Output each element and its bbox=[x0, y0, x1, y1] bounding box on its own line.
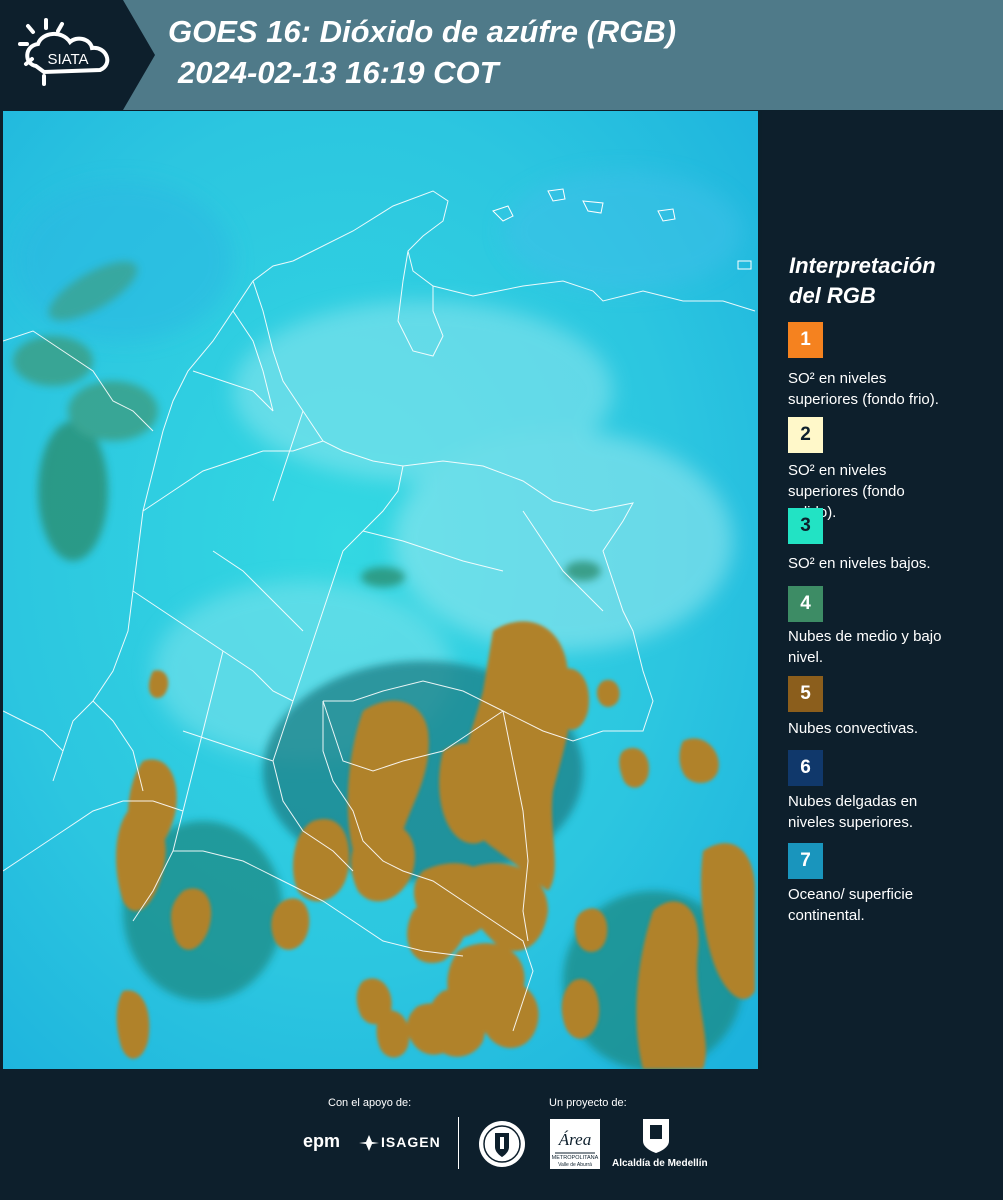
legend-number-3: 3 bbox=[800, 515, 811, 536]
legend-swatch-2: 2 bbox=[788, 417, 823, 453]
legend-desc-line: SO² en niveles bajos. bbox=[788, 555, 931, 572]
siata-logo: SIATA bbox=[18, 18, 110, 86]
alcaldia-shield-icon bbox=[643, 1119, 669, 1153]
header: SIATA GOES 16: Dióxido de azúfre (RGB) 2… bbox=[0, 0, 1003, 110]
isagen-logo: ISAGEN bbox=[381, 1134, 441, 1150]
legend-desc-5: Nubes convectivas. bbox=[788, 718, 978, 739]
legend-desc-line: niveles superiores. bbox=[788, 814, 914, 831]
legend-number-2: 2 bbox=[800, 424, 811, 445]
support-label: Con el apoyo de: bbox=[328, 1097, 412, 1109]
alcaldia-label: Alcaldía de Medellín bbox=[612, 1158, 708, 1169]
legend-desc-1: SO² en niveles superiores (fondo frio). bbox=[788, 368, 978, 410]
medellin-seal-icon bbox=[479, 1121, 525, 1167]
epm-logo: epm bbox=[303, 1131, 341, 1151]
legend-panel: Interpretación del RGB 1 SO² en niveles s… bbox=[762, 111, 1003, 1069]
legend-desc-line: superiores (fondo frio). bbox=[788, 391, 939, 408]
page-timestamp: 2024-02-13 16:19 COT bbox=[178, 55, 499, 90]
area-logo-sub2: Valle de Aburrá bbox=[558, 1162, 592, 1168]
legend-title: Interpretación del RGB bbox=[789, 251, 989, 311]
legend-number-7: 7 bbox=[800, 850, 811, 871]
legend-title-line2: del RGB bbox=[789, 283, 876, 308]
legend-desc-line: nivel. bbox=[788, 649, 824, 666]
legend-swatch-1: 1 bbox=[788, 322, 823, 358]
legend-desc-6: Nubes delgadas en niveles superiores. bbox=[788, 791, 978, 833]
legend-desc-3: SO² en niveles bajos. bbox=[788, 553, 978, 574]
legend-title-line1: Interpretación bbox=[789, 253, 936, 278]
footer: Con el apoyo de: Un proyecto de: epm ISA… bbox=[0, 1069, 1003, 1200]
project-label: Un proyecto de: bbox=[549, 1097, 627, 1109]
logo-text: SIATA bbox=[47, 51, 88, 68]
legend-swatch-3: 3 bbox=[788, 508, 823, 544]
legend-swatch-7: 7 bbox=[788, 843, 823, 879]
legend-desc-line: Oceano/ superficie bbox=[788, 886, 914, 903]
legend-desc-4: Nubes de medio y bajo nivel. bbox=[788, 626, 978, 668]
legend-desc-line: Nubes delgadas en bbox=[788, 793, 918, 810]
area-logo-sub1: METROPOLITANA bbox=[552, 1155, 599, 1161]
satellite-map bbox=[3, 111, 758, 1069]
legend-number-1: 1 bbox=[800, 329, 811, 350]
legend-desc-7: Oceano/ superficie continental. bbox=[788, 884, 978, 926]
legend-desc-line: SO² en niveles bbox=[788, 462, 887, 479]
area-metropolitana-logo: Área METROPOLITANA Valle de Aburrá bbox=[550, 1119, 600, 1169]
legend-desc-line: superiores (fondo bbox=[788, 483, 905, 500]
page-title: GOES 16: Dióxido de azúfre (RGB) bbox=[168, 14, 677, 49]
legend-number-5: 5 bbox=[800, 683, 811, 704]
legend-desc-line: Nubes convectivas. bbox=[788, 720, 919, 737]
legend-desc-line: Nubes de medio y bajo bbox=[788, 628, 942, 645]
footer-divider bbox=[458, 1117, 459, 1169]
legend-number-4: 4 bbox=[800, 593, 811, 614]
legend-number-6: 6 bbox=[800, 757, 811, 778]
legend-swatch-5: 5 bbox=[788, 676, 823, 712]
legend-desc-line: continental. bbox=[788, 907, 865, 924]
legend-swatch-6: 6 bbox=[788, 750, 823, 786]
legend-desc-line: SO² en niveles bbox=[788, 370, 887, 387]
isagen-icon bbox=[359, 1135, 379, 1151]
legend-swatch-4: 4 bbox=[788, 586, 823, 622]
area-logo-name: Área bbox=[558, 1130, 591, 1149]
